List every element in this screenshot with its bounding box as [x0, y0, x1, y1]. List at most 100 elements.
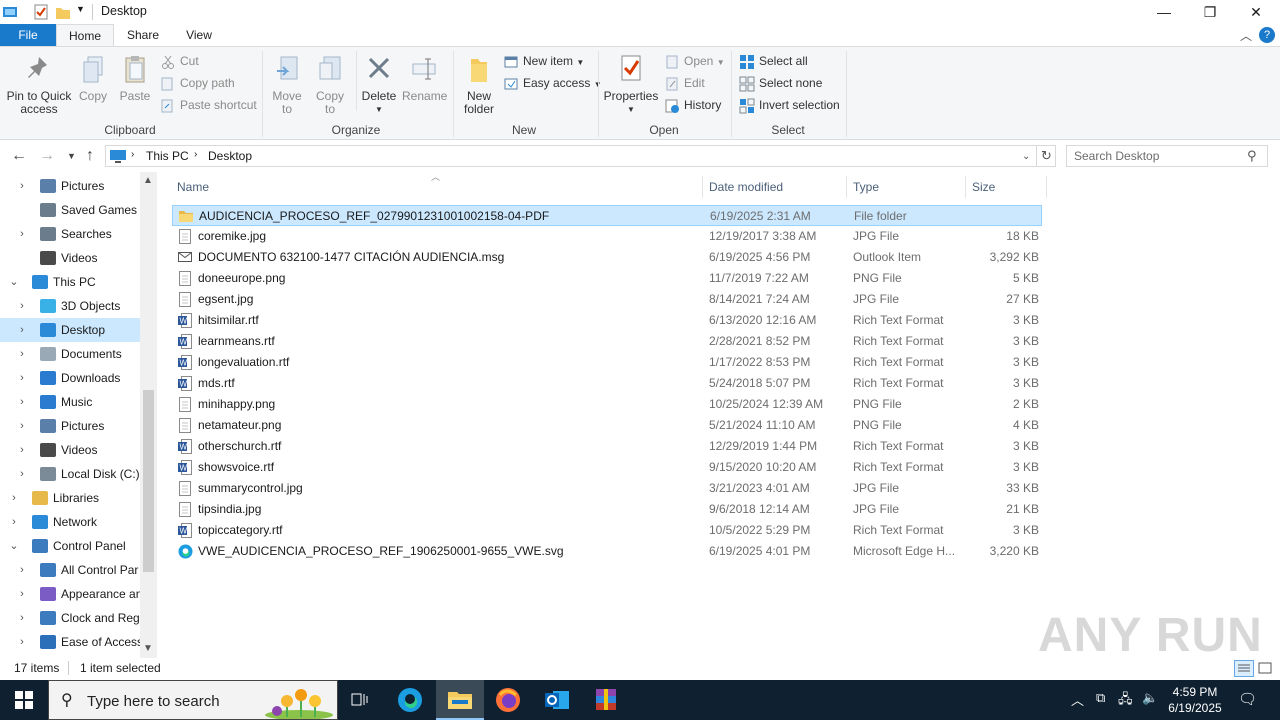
winrar-taskbar-button[interactable] — [582, 680, 630, 720]
copy-path-button[interactable]: Copy path — [160, 74, 235, 94]
file-row[interactable]: coremike.jpg 12/19/2017 3:38 AM JPG File 18… — [172, 226, 1042, 247]
breadcrumb-this-pc[interactable]: This PC — [146, 149, 189, 163]
move-to-button[interactable]: Move to — [268, 53, 306, 116]
file-row[interactable]: Wlearnmeans.rtf 2/28/2021 8:52 PM Rich Tex… — [172, 331, 1042, 352]
expand-chevron-icon[interactable]: › — [8, 510, 20, 534]
nav-item[interactable]: › Network — [0, 510, 140, 534]
tab-view[interactable]: View — [176, 24, 222, 46]
file-row[interactable]: doneeurope.png 11/7/2019 7:22 AM PNG File 5… — [172, 268, 1042, 289]
tab-home[interactable]: Home — [56, 24, 114, 46]
taskbar-clock[interactable]: 4:59 PM 6/19/2025 — [1160, 684, 1230, 716]
nav-item[interactable]: › Searches — [0, 222, 140, 246]
properties-button[interactable]: Properties ▼ — [603, 53, 659, 116]
nav-item[interactable]: › 3D Objects — [0, 294, 140, 318]
maximize-button[interactable]: ❐ — [1187, 0, 1233, 24]
notifications-icon[interactable]: 🗨 — [1238, 690, 1257, 708]
expand-chevron-icon[interactable]: › — [16, 222, 28, 246]
taskbar-search-input[interactable] — [87, 691, 267, 711]
expand-chevron-icon[interactable]: › — [16, 390, 28, 414]
taskbar-search-box[interactable]: ⚲ — [48, 680, 338, 720]
nav-item[interactable]: › Pictures — [0, 174, 140, 198]
column-header-type[interactable]: Type — [847, 176, 965, 198]
customize-toolbar-chevron-icon[interactable]: ▼ — [76, 4, 92, 20]
expand-chevron-icon[interactable]: › — [8, 486, 20, 510]
edit-button[interactable]: Edit — [664, 74, 705, 94]
invert-selection-button[interactable]: Invert selection — [739, 96, 840, 116]
delete-button[interactable]: Delete ▼ — [360, 53, 398, 116]
collapse-chevron-icon[interactable]: ⌄ — [8, 270, 20, 294]
file-row[interactable]: Wlongevaluation.rtf 1/17/2022 8:53 PM Rich… — [172, 352, 1042, 373]
nav-item[interactable]: › Documents — [0, 342, 140, 366]
select-all-button[interactable]: Select all — [739, 52, 808, 72]
nav-scrollbar-thumb[interactable] — [143, 390, 154, 572]
nav-item[interactable]: ⌄ This PC — [0, 270, 140, 294]
nav-item[interactable]: › Downloads — [0, 366, 140, 390]
select-none-button[interactable]: Select none — [739, 74, 822, 94]
expand-chevron-icon[interactable]: › — [16, 462, 28, 486]
task-view-button[interactable] — [336, 680, 384, 720]
nav-item[interactable]: Videos — [0, 246, 140, 270]
new-folder-quick-icon[interactable] — [55, 4, 71, 20]
expand-chevron-icon[interactable]: › — [16, 558, 28, 582]
large-icons-view-icon[interactable] — [1258, 662, 1272, 678]
edge-taskbar-button[interactable] — [386, 680, 434, 720]
expand-chevron-icon[interactable]: › — [16, 174, 28, 198]
close-button[interactable]: ✕ — [1233, 0, 1279, 24]
open-button[interactable]: Open ▼ — [664, 52, 725, 72]
details-view-icon[interactable] — [1234, 660, 1254, 677]
nav-item[interactable]: › Music — [0, 390, 140, 414]
outlook-taskbar-button[interactable] — [533, 680, 581, 720]
column-header-size[interactable]: Size — [966, 176, 1046, 198]
breadcrumb-desktop[interactable]: Desktop — [208, 149, 252, 163]
nav-item[interactable]: › Libraries — [0, 486, 140, 510]
new-item-button[interactable]: New item ▼ — [503, 52, 584, 72]
start-button[interactable] — [0, 680, 48, 720]
expand-chevron-icon[interactable]: › — [16, 294, 28, 318]
history-button[interactable]: History — [664, 96, 721, 116]
file-row[interactable]: Whitsimilar.rtf 6/13/2020 12:16 AM Rich Te… — [172, 310, 1042, 331]
show-hidden-icons-chevron-icon[interactable]: ︿ — [1071, 690, 1084, 709]
address-path-box[interactable]: › This PC › Desktop ⌄ — [105, 145, 1037, 167]
file-row[interactable]: DOCUMENTO 632100-1477 CITACIÓN AUDIENCIA… — [172, 247, 1042, 268]
nav-item[interactable]: › Clock and Regi — [0, 606, 140, 630]
help-icon[interactable]: ? — [1259, 27, 1275, 43]
copy-to-button[interactable]: Copy to — [312, 53, 348, 116]
file-row[interactable]: Wtopiccategory.rtf 10/5/2022 5:29 PM Rich … — [172, 520, 1042, 541]
file-row[interactable]: minihappy.png 10/25/2024 12:39 AM PNG File… — [172, 394, 1042, 415]
up-arrow-icon[interactable]: ↑ — [86, 147, 94, 165]
expand-chevron-icon[interactable]: › — [16, 582, 28, 606]
network-icon[interactable]: 🖧 — [1118, 690, 1133, 712]
ribbon-collapse-chevron-icon[interactable]: ︿ — [1240, 27, 1252, 44]
file-explorer-taskbar-button[interactable] — [436, 680, 484, 720]
column-divider[interactable] — [1046, 176, 1047, 198]
pin-to-quick-access-button[interactable]: Pin to Quick access — [4, 53, 74, 116]
nav-item[interactable]: Saved Games — [0, 198, 140, 222]
nav-item[interactable]: › Ease of Access — [0, 630, 140, 654]
expand-chevron-icon[interactable]: › — [16, 414, 28, 438]
rename-button[interactable]: Rename — [402, 53, 447, 103]
firefox-taskbar-button[interactable] — [484, 680, 532, 720]
properties-quick-icon[interactable] — [33, 4, 49, 20]
expand-chevron-icon[interactable]: › — [16, 438, 28, 462]
scroll-down-arrow-icon[interactable]: ▼ — [143, 643, 153, 654]
file-row[interactable]: Wmds.rtf 5/24/2018 5:07 PM Rich Text Forma… — [172, 373, 1042, 394]
new-folder-button[interactable]: New folder — [458, 53, 500, 116]
cut-button[interactable]: Cut — [160, 52, 199, 72]
collapse-chevron-icon[interactable]: ⌄ — [8, 534, 20, 558]
back-arrow-icon[interactable]: ← — [11, 147, 27, 165]
network-drive-icon[interactable]: ⧉ — [1096, 690, 1105, 706]
minimize-button[interactable]: — — [1141, 0, 1187, 24]
expand-chevron-icon[interactable]: › — [16, 318, 28, 342]
tab-share[interactable]: Share — [120, 24, 166, 46]
tab-file[interactable]: File — [0, 24, 56, 46]
search-icon[interactable]: ⚲ — [1247, 148, 1257, 164]
column-header-date[interactable]: Date modified — [703, 176, 846, 198]
expand-chevron-icon[interactable]: › — [16, 342, 28, 366]
nav-item[interactable]: › All Control Par — [0, 558, 140, 582]
expand-chevron-icon[interactable]: › — [16, 630, 28, 654]
expand-chevron-icon[interactable]: › — [16, 366, 28, 390]
file-row[interactable]: Wshowsvoice.rtf 9/15/2020 10:20 AM Rich Te… — [172, 457, 1042, 478]
forward-arrow-icon[interactable]: → — [39, 147, 55, 165]
file-row[interactable]: tipsindia.jpg 9/6/2018 12:14 AM JPG File 21… — [172, 499, 1042, 520]
search-box[interactable]: ⚲ — [1066, 145, 1268, 167]
